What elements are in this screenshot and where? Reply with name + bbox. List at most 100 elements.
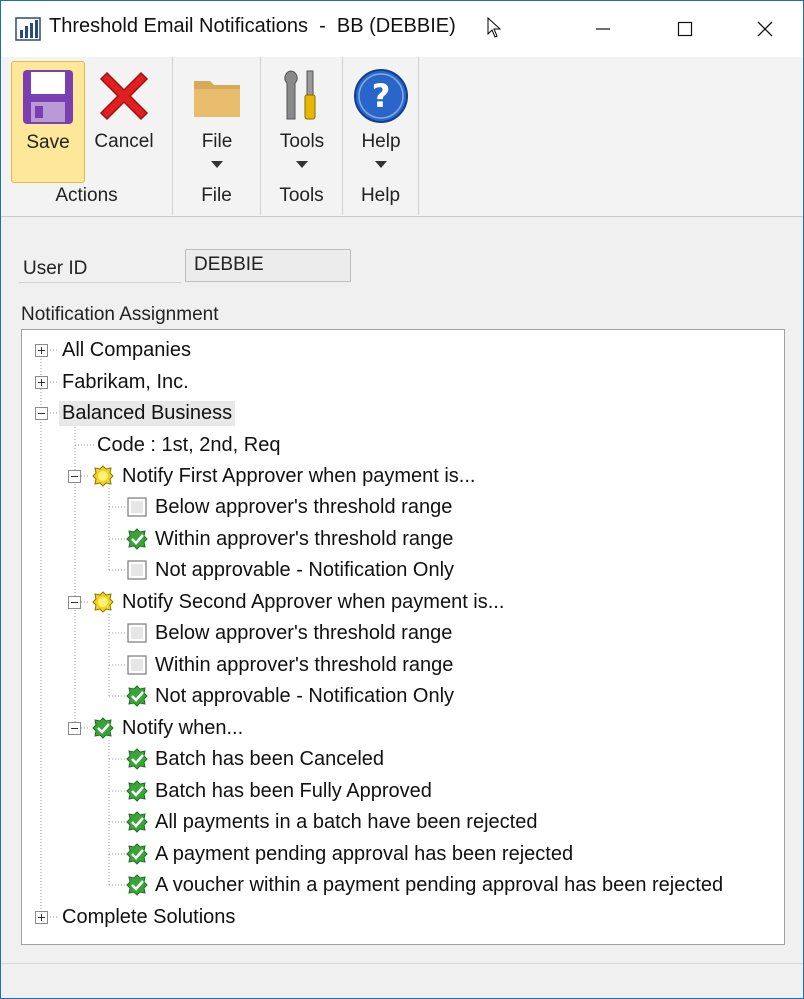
tree-node-notify-when[interactable]: Notify when... [119, 713, 246, 743]
expand-all-companies-button[interactable] [35, 344, 48, 357]
expand-fabrikam-button[interactable] [35, 376, 48, 389]
tree-node-first-not-approvable[interactable]: Not approvable - Notification Only [152, 555, 457, 585]
tree-node-label: Not approvable - Notification Only [155, 684, 455, 707]
tree-node-label: Complete Solutions [62, 905, 236, 928]
tools-icon [284, 70, 316, 120]
tree-node-second-below[interactable]: Below approver's threshold range [152, 618, 455, 648]
window-title: Threshold Email Notifications - BB (DEBB… [49, 15, 456, 37]
user-id-label: User ID [23, 258, 88, 279]
tree-node-label: Fabrikam, Inc. [62, 370, 189, 393]
unchecked-checkbox-icon[interactable] [126, 496, 148, 518]
tree-node-second-within[interactable]: Within approver's threshold range [152, 650, 456, 680]
cancel-icon [99, 71, 149, 121]
save-button[interactable]: Save [11, 61, 85, 183]
app-chart-icon [15, 17, 41, 41]
checked-checkmark-icon[interactable] [126, 874, 148, 896]
unchecked-checkbox-icon[interactable] [126, 559, 148, 581]
tree-node-batch-canceled[interactable]: Batch has been Canceled [152, 744, 387, 774]
notification-tree[interactable]: All Companies Fabrikam, Inc. Balanced Bu… [21, 329, 785, 945]
ribbon-group-label-actions: Actions [55, 185, 118, 206]
maximize-button[interactable] [645, 1, 725, 57]
tree-node-label: Below approver's threshold range [155, 621, 453, 644]
chevron-down-icon [375, 161, 387, 168]
tree-node-label: Notify when... [122, 716, 244, 739]
tree-node-label: Balanced Business [59, 400, 236, 426]
tree-node-complete-solutions[interactable]: Complete Solutions [59, 902, 238, 932]
tree-node-label: Within approver's threshold range [155, 653, 454, 676]
checked-checkmark-icon[interactable] [126, 780, 148, 802]
chevron-down-icon [211, 161, 223, 168]
tree-node-first-within[interactable]: Within approver's threshold range [152, 524, 456, 554]
mouse-cursor-icon [487, 17, 502, 38]
tree-node-label: All Companies [62, 338, 191, 361]
checked-checkmark-icon[interactable] [126, 843, 148, 865]
ribbon-group-actions: Save Cancel Actions [1, 57, 173, 215]
collapse-notify-when-button[interactable] [68, 722, 81, 735]
partial-state-icon[interactable] [92, 465, 114, 487]
tree-node-voucher-rejected[interactable]: A voucher within a payment pending appro… [152, 870, 726, 900]
help-icon: ? [354, 69, 408, 123]
unchecked-checkbox-icon[interactable] [126, 654, 148, 676]
tree-node-label: Within approver's threshold range [155, 527, 454, 550]
tree-node-balanced-business[interactable]: Balanced Business [59, 398, 236, 428]
tree-node-first-below[interactable]: Below approver's threshold range [152, 492, 455, 522]
tree-node-label: A voucher within a payment pending appro… [155, 873, 724, 896]
ribbon-group-label-file: File [201, 185, 232, 206]
tree-node-label: All payments in a batch have been reject… [155, 810, 538, 833]
help-menu-button[interactable]: ? Help [344, 61, 418, 183]
title-bar: Threshold Email Notifications - BB (DEBB… [1, 1, 803, 57]
tree-node-label: Notify First Approver when payment is... [122, 464, 476, 487]
tree-node-label: Batch has been Fully Approved [155, 779, 432, 802]
help-label: Help [361, 131, 401, 152]
app-window: Threshold Email Notifications - BB (DEBB… [0, 0, 804, 999]
minimize-button[interactable] [563, 1, 643, 57]
close-icon [757, 21, 773, 37]
expand-complete-solutions-button[interactable] [35, 911, 48, 924]
tree-node-label: Below approver's threshold range [155, 495, 453, 518]
ribbon-group-help: ? Help Help [343, 57, 419, 215]
checked-checkmark-icon[interactable] [126, 685, 148, 707]
tree-node-payment-pending-rejected[interactable]: A payment pending approval has been reje… [152, 839, 576, 869]
ribbon-group-file: File File [173, 57, 261, 215]
collapse-balanced-business-button[interactable] [35, 407, 48, 420]
status-bar [1, 963, 803, 998]
tree-node-second-approver[interactable]: Notify Second Approver when payment is..… [119, 587, 507, 617]
maximize-icon [677, 21, 693, 37]
collapse-first-approver-button[interactable] [68, 470, 81, 483]
save-icon [23, 70, 73, 124]
unchecked-checkbox-icon[interactable] [126, 622, 148, 644]
ribbon-group-tools: Tools Tools [261, 57, 343, 215]
tree-node-fabrikam[interactable]: Fabrikam, Inc. [59, 367, 192, 397]
checked-checkmark-icon[interactable] [126, 811, 148, 833]
chevron-down-icon [296, 161, 308, 168]
partial-state-icon[interactable] [92, 591, 114, 613]
tree-node-label: A payment pending approval has been reje… [155, 842, 574, 865]
tree-node-all-companies[interactable]: All Companies [59, 335, 194, 365]
tree-node-batch-fully-approved[interactable]: Batch has been Fully Approved [152, 776, 435, 806]
tree-node-all-payments-rejected[interactable]: All payments in a batch have been reject… [152, 807, 540, 837]
form-body: User ID DEBBIE Notification Assignment A… [1, 218, 803, 998]
ribbon-toolbar: Save Cancel Actions File File Tools Tool… [1, 57, 803, 217]
tree-node-second-not-approvable[interactable]: Not approvable - Notification Only [152, 681, 457, 711]
notification-assignment-label: Notification Assignment [21, 304, 219, 325]
cancel-button[interactable]: Cancel [87, 61, 161, 183]
tree-node-label: Batch has been Canceled [155, 747, 385, 770]
close-button[interactable] [725, 1, 803, 57]
file-menu-button[interactable]: File [180, 61, 254, 183]
tree-node-label: Notify Second Approver when payment is..… [122, 590, 505, 613]
save-label: Save [26, 132, 70, 153]
tree-node-code[interactable]: Code : 1st, 2nd, Req [94, 430, 283, 460]
collapse-second-approver-button[interactable] [68, 596, 81, 609]
tree-node-label: Code : 1st, 2nd, Req [97, 433, 281, 456]
user-id-underline [19, 282, 181, 283]
tree-node-first-approver[interactable]: Notify First Approver when payment is... [119, 461, 478, 491]
user-id-field: DEBBIE [185, 249, 351, 282]
checked-checkmark-icon[interactable] [126, 528, 148, 550]
svg-text:?: ? [372, 77, 391, 115]
folder-icon [194, 81, 240, 117]
minimize-icon [596, 28, 610, 30]
tools-menu-button[interactable]: Tools [265, 61, 339, 183]
ribbon-group-label-tools: Tools [279, 185, 324, 206]
checked-checkmark-icon[interactable] [92, 717, 114, 739]
checked-checkmark-icon[interactable] [126, 748, 148, 770]
